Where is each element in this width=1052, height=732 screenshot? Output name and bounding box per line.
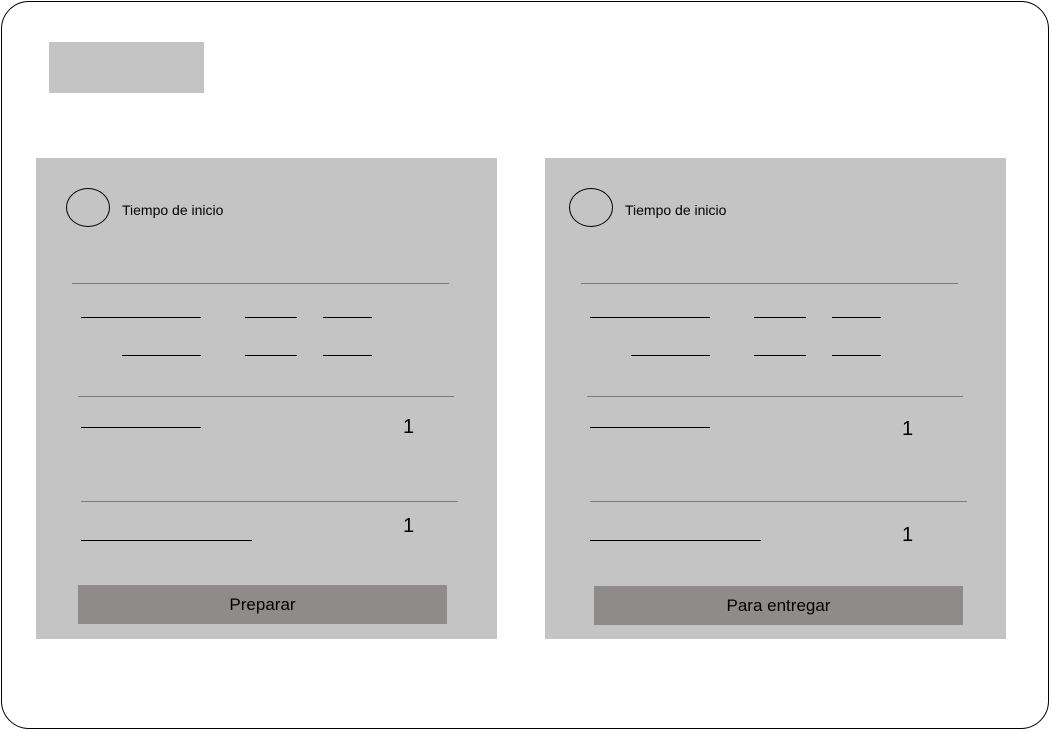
para-entregar-button[interactable]: Para entregar (594, 586, 963, 625)
item-divider (81, 501, 458, 502)
timer-label: Tiempo de inicio (122, 202, 224, 218)
info-line (832, 355, 881, 356)
timer-circle-icon (569, 188, 613, 227)
info-line (590, 317, 710, 318)
info-line (122, 355, 201, 356)
item-name-line (81, 427, 201, 428)
item-name-line (81, 540, 252, 541)
header-divider (581, 283, 958, 284)
preparar-button[interactable]: Preparar (78, 585, 447, 624)
item-quantity: 1 (902, 524, 914, 546)
timer-label: Tiempo de inicio (625, 202, 727, 218)
timer-circle-icon (66, 188, 110, 227)
info-line (245, 355, 297, 356)
item-name-line (590, 427, 710, 428)
items-divider (78, 396, 454, 397)
header-divider (72, 283, 449, 284)
logo-placeholder (49, 42, 204, 93)
info-line (754, 355, 806, 356)
item-divider (590, 501, 967, 502)
info-line (323, 355, 372, 356)
item-quantity: 1 (403, 515, 415, 537)
order-card-preparar: Tiempo de inicio 1 1 Preparar (36, 158, 497, 639)
info-line (245, 317, 297, 318)
info-line (832, 317, 881, 318)
items-divider (587, 396, 963, 397)
item-name-line (590, 540, 761, 541)
item-quantity: 1 (902, 418, 914, 440)
order-card-para-entregar: Tiempo de inicio 1 1 Para entregar (545, 158, 1006, 639)
info-line (631, 355, 710, 356)
info-line (81, 317, 201, 318)
info-line (323, 317, 372, 318)
item-quantity: 1 (403, 416, 415, 438)
info-line (754, 317, 806, 318)
